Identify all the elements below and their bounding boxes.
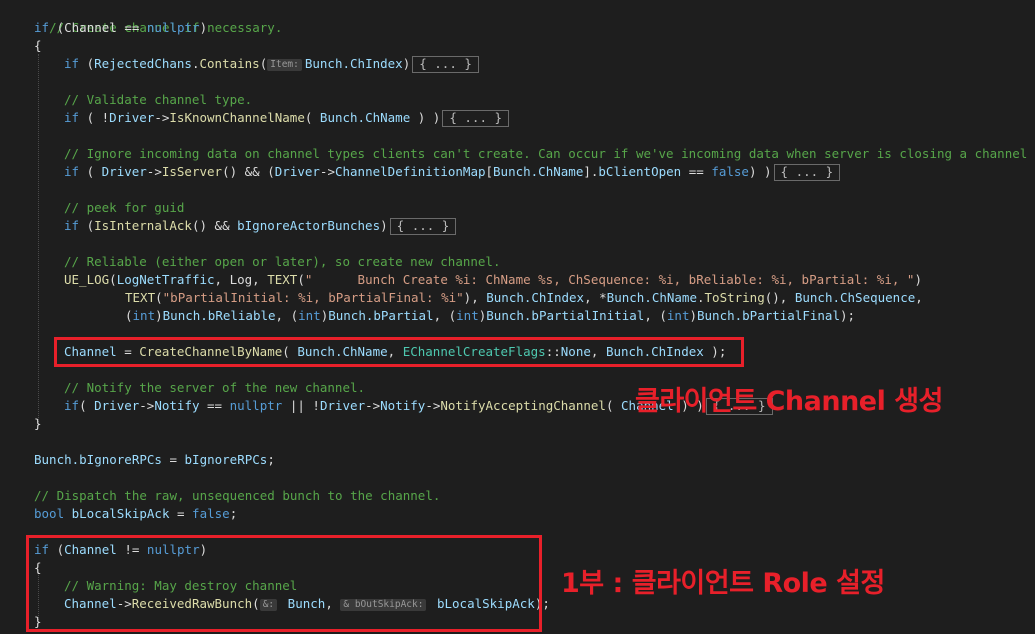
string-literal: " Bunch Create %i: ChName %s, ChSequence… bbox=[304, 272, 915, 287]
code-line-11: // Reliable (either open or later), so c… bbox=[64, 253, 501, 271]
indent-guide bbox=[38, 54, 39, 426]
highlight-box-create-channel bbox=[54, 337, 744, 367]
collapsed-block-button[interactable]: { ... } bbox=[389, 218, 457, 235]
close-brace: } bbox=[34, 416, 42, 431]
comment: // Ignore incoming data on channel types… bbox=[64, 146, 1028, 161]
comment: // Notify the server of the new channel. bbox=[64, 380, 366, 395]
comment: // Reliable (either open or later), so c… bbox=[64, 254, 501, 269]
keyword-nullptr: nullptr bbox=[146, 20, 200, 35]
code-line-13: TEXT("bPartialInitial: %i, bPartialFinal… bbox=[125, 290, 923, 305]
code-line-2: if (Channel == nullptr) bbox=[34, 20, 208, 35]
code-line-6: if ( !Driver->IsKnownChannelName( Bunch.… bbox=[64, 109, 510, 127]
code-line-8: if ( Driver->IsServer() && (Driver->Chan… bbox=[64, 163, 841, 181]
param-hint: Item: bbox=[267, 59, 302, 71]
code-line-20: // Dispatch the raw, unsequenced bunch t… bbox=[34, 487, 440, 505]
code-line-4: if (RejectedChans.Contains(Item: Bunch.Ch… bbox=[64, 55, 479, 73]
comment: // peek for guid bbox=[64, 200, 185, 215]
keyword-if: if bbox=[34, 20, 50, 35]
collapsed-block-button[interactable]: { ... } bbox=[412, 56, 479, 73]
code-line-19: Bunch.bIgnoreRPCs = bIgnoreRPCs; bbox=[34, 452, 275, 467]
open-brace: { bbox=[34, 38, 42, 53]
code-line-12: UE_LOG(LogNetTraffic, Log, TEXT(" Bunch … bbox=[64, 272, 922, 287]
code-line-3: { bbox=[34, 37, 42, 55]
code-line-7: // Ignore incoming data on channel types… bbox=[64, 145, 1027, 163]
comment: // Dispatch the raw, unsequenced bunch t… bbox=[34, 488, 441, 503]
code-line-9: // peek for guid bbox=[64, 199, 184, 217]
annotation-role-setup: 1부 : 클라이언트 Role 설정 bbox=[561, 568, 885, 599]
collapsed-block-button[interactable]: { ... } bbox=[773, 164, 841, 181]
code-line-1: // Create channel if necessary. bbox=[34, 1, 282, 35]
code-line-18: } bbox=[34, 415, 42, 433]
code-line-5: // Validate channel type. bbox=[64, 91, 252, 109]
code-line-10: if (IsInternalAck() && bIgnoreActorBunch… bbox=[64, 217, 457, 235]
string-literal: "bPartialInitial: %i, bPartialFinal: %i" bbox=[162, 290, 464, 305]
highlight-box-received-raw-bunch bbox=[26, 535, 542, 632]
annotation-create-channel: 클라이언트 Channel 생성 bbox=[635, 386, 943, 417]
code-line-21: bool bLocalSkipAck = false; bbox=[34, 506, 238, 521]
comment: // Validate channel type. bbox=[64, 92, 253, 107]
code-line-14: (int)Bunch.bReliable, (int)Bunch.bPartia… bbox=[125, 308, 856, 323]
collapsed-block-button[interactable]: { ... } bbox=[442, 110, 510, 127]
code-line-16: // Notify the server of the new channel. bbox=[64, 379, 365, 397]
